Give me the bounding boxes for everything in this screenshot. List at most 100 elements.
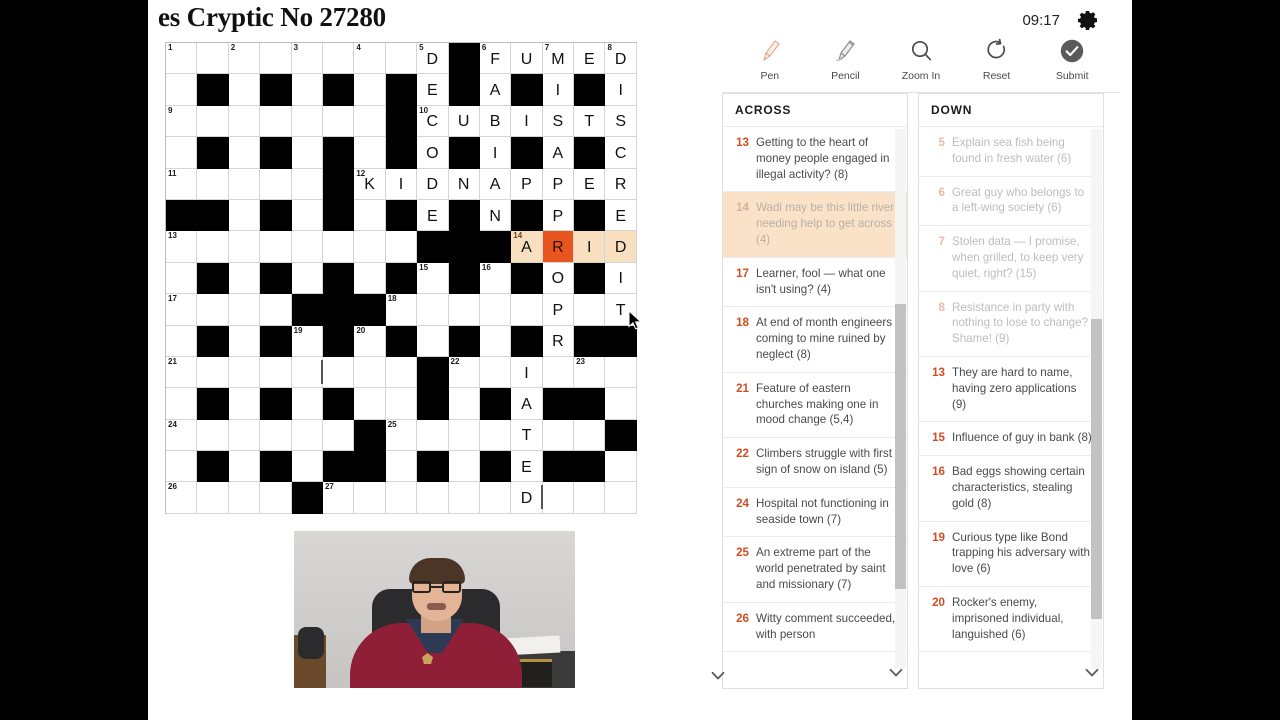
grid-cell[interactable]: 12 K bbox=[354, 168, 386, 200]
grid-cell[interactable] bbox=[197, 168, 229, 200]
gear-icon[interactable] bbox=[1076, 8, 1100, 32]
grid-cell[interactable] bbox=[448, 451, 480, 483]
grid-cell[interactable]: E bbox=[605, 199, 637, 232]
grid-cell[interactable] bbox=[291, 451, 323, 483]
grid-cell[interactable] bbox=[322, 356, 355, 389]
crossword-grid-container[interactable]: 1 2 3 4 5 D 6 F U 7 M E 8 D E A I I 9 10 C U B I S T S O I A C 11 12 K I D N… bbox=[165, 42, 637, 514]
grid-cell[interactable] bbox=[166, 137, 198, 169]
grid-cell[interactable]: I bbox=[385, 168, 418, 200]
grid-cell[interactable]: R bbox=[542, 325, 575, 357]
grid-cell[interactable] bbox=[354, 388, 386, 420]
across-clue-item[interactable]: 25 An extreme part of the world penetrate… bbox=[723, 537, 907, 603]
grid-cell[interactable]: T bbox=[605, 294, 637, 326]
grid-cell[interactable]: 14 A bbox=[511, 231, 543, 263]
grid-cell[interactable] bbox=[542, 419, 575, 452]
grid-cell[interactable]: N bbox=[448, 168, 480, 200]
grid-cell[interactable]: B bbox=[479, 105, 512, 138]
across-scroll-down-chevron-icon[interactable] bbox=[885, 662, 907, 684]
grid-cell[interactable] bbox=[322, 231, 355, 263]
grid-cell[interactable] bbox=[542, 356, 575, 389]
down-clue-item[interactable]: 13 They are hard to name, having zero app… bbox=[919, 357, 1103, 423]
down-clue-item[interactable]: 19 Curious type like Bond trapping his ad… bbox=[919, 522, 1103, 587]
grid-cell[interactable] bbox=[197, 105, 229, 138]
grid-cell[interactable] bbox=[542, 482, 575, 514]
across-clue-item[interactable]: 22 Climbers struggle with first sign of s… bbox=[723, 438, 907, 488]
grid-cell[interactable] bbox=[354, 199, 386, 232]
grid-cell[interactable]: A bbox=[479, 168, 512, 200]
grid-cell[interactable]: R bbox=[542, 231, 575, 263]
grid-cell[interactable]: 9 bbox=[166, 105, 198, 138]
grid-cell[interactable] bbox=[417, 482, 449, 514]
across-clue-item[interactable]: 26 Witty comment succeeded, with person bbox=[723, 603, 907, 653]
grid-cell[interactable] bbox=[479, 419, 512, 452]
grid-cell[interactable]: I bbox=[605, 74, 637, 106]
across-clue-item[interactable]: 18 At end of month engineers coming to mi… bbox=[723, 307, 907, 373]
down-clue-panel[interactable]: DOWN 5 Explain sea fish being found in fr… bbox=[918, 93, 1104, 689]
grid-cell[interactable] bbox=[448, 294, 480, 326]
grid-cell[interactable] bbox=[354, 262, 386, 295]
grid-cell[interactable] bbox=[260, 168, 292, 200]
grid-cell[interactable]: P bbox=[511, 168, 543, 200]
across-scrollbar-thumb[interactable] bbox=[895, 304, 906, 589]
crossword-grid[interactable]: 1 2 3 4 5 D 6 F U 7 M E 8 D E A I I 9 10 C U B I S T S O I A C 11 12 K I D N… bbox=[165, 42, 637, 514]
grid-cell[interactable]: C bbox=[605, 137, 637, 169]
grid-cell[interactable] bbox=[260, 482, 292, 514]
grid-cell[interactable] bbox=[479, 294, 512, 326]
grid-cell[interactable]: 26 bbox=[166, 482, 198, 514]
webcam-video-overlay[interactable] bbox=[294, 531, 575, 688]
down-clue-list[interactable]: 5 Explain sea fish being found in fresh w… bbox=[919, 127, 1103, 653]
grid-cell[interactable] bbox=[260, 105, 292, 138]
grid-cell[interactable] bbox=[385, 356, 418, 389]
grid-cell[interactable] bbox=[354, 74, 386, 106]
down-clue-item[interactable]: 5 Explain sea fish being found in fresh w… bbox=[919, 127, 1103, 177]
grid-cell[interactable] bbox=[479, 482, 512, 514]
grid-cell[interactable] bbox=[574, 482, 606, 514]
grid-cell[interactable] bbox=[417, 294, 449, 326]
grid-cell[interactable] bbox=[228, 294, 261, 326]
grid-cell[interactable] bbox=[322, 419, 355, 452]
grid-cell[interactable]: D bbox=[417, 168, 449, 200]
grid-cell[interactable]: E bbox=[574, 168, 606, 200]
down-scrollbar-thumb[interactable] bbox=[1091, 319, 1102, 619]
grid-cell[interactable] bbox=[605, 482, 637, 514]
grid-cell[interactable] bbox=[166, 325, 198, 357]
grid-cell[interactable]: 24 bbox=[166, 419, 198, 452]
grid-cell[interactable] bbox=[291, 199, 323, 232]
grid-cell[interactable] bbox=[479, 325, 512, 357]
grid-cell[interactable]: A bbox=[479, 74, 512, 106]
grid-cell[interactable] bbox=[291, 168, 323, 200]
across-clue-item[interactable]: 14 Wadi may be this little river needing … bbox=[723, 192, 907, 258]
grid-cell[interactable] bbox=[385, 482, 418, 514]
grid-cell[interactable] bbox=[228, 482, 261, 514]
grid-cell[interactable]: 23 bbox=[574, 356, 606, 389]
down-clue-item[interactable]: 6 Great guy who belongs to a left-wing so… bbox=[919, 177, 1103, 227]
grid-cell[interactable] bbox=[605, 388, 637, 420]
grid-cell[interactable] bbox=[197, 356, 229, 389]
grid-cell[interactable] bbox=[197, 231, 229, 263]
grid-cell[interactable]: 10 C bbox=[417, 105, 449, 138]
grid-cell[interactable] bbox=[291, 356, 323, 389]
grid-cell[interactable]: 11 bbox=[166, 168, 198, 200]
grid-cell[interactable] bbox=[448, 482, 480, 514]
tool-zoom-in[interactable]: Zoom In bbox=[888, 36, 954, 82]
grid-cell[interactable]: E bbox=[574, 43, 606, 75]
grid-cell[interactable] bbox=[385, 231, 418, 263]
grid-cell[interactable] bbox=[322, 43, 355, 75]
across-clue-panel[interactable]: ACROSS 13 Getting to the heart of money p… bbox=[722, 93, 908, 689]
grid-cell[interactable] bbox=[260, 294, 292, 326]
grid-cell[interactable]: 21 bbox=[166, 356, 198, 389]
grid-cell[interactable] bbox=[228, 451, 261, 483]
grid-cell[interactable]: 2 bbox=[228, 43, 261, 75]
grid-cell[interactable] bbox=[322, 105, 355, 138]
grid-cell[interactable] bbox=[228, 168, 261, 200]
grid-cell[interactable] bbox=[354, 482, 386, 514]
grid-cell[interactable]: 19 bbox=[291, 325, 323, 357]
grid-cell[interactable]: O bbox=[542, 262, 575, 295]
grid-cell[interactable] bbox=[166, 262, 198, 295]
down-clue-item[interactable]: 8 Resistance in party with nothing to los… bbox=[919, 292, 1103, 357]
grid-cell[interactable]: E bbox=[511, 451, 543, 483]
grid-cell[interactable] bbox=[228, 74, 261, 106]
grid-cell[interactable] bbox=[448, 419, 480, 452]
across-clue-item[interactable]: 21 Feature of eastern churches making one… bbox=[723, 373, 907, 439]
grid-cell[interactable] bbox=[291, 231, 323, 263]
